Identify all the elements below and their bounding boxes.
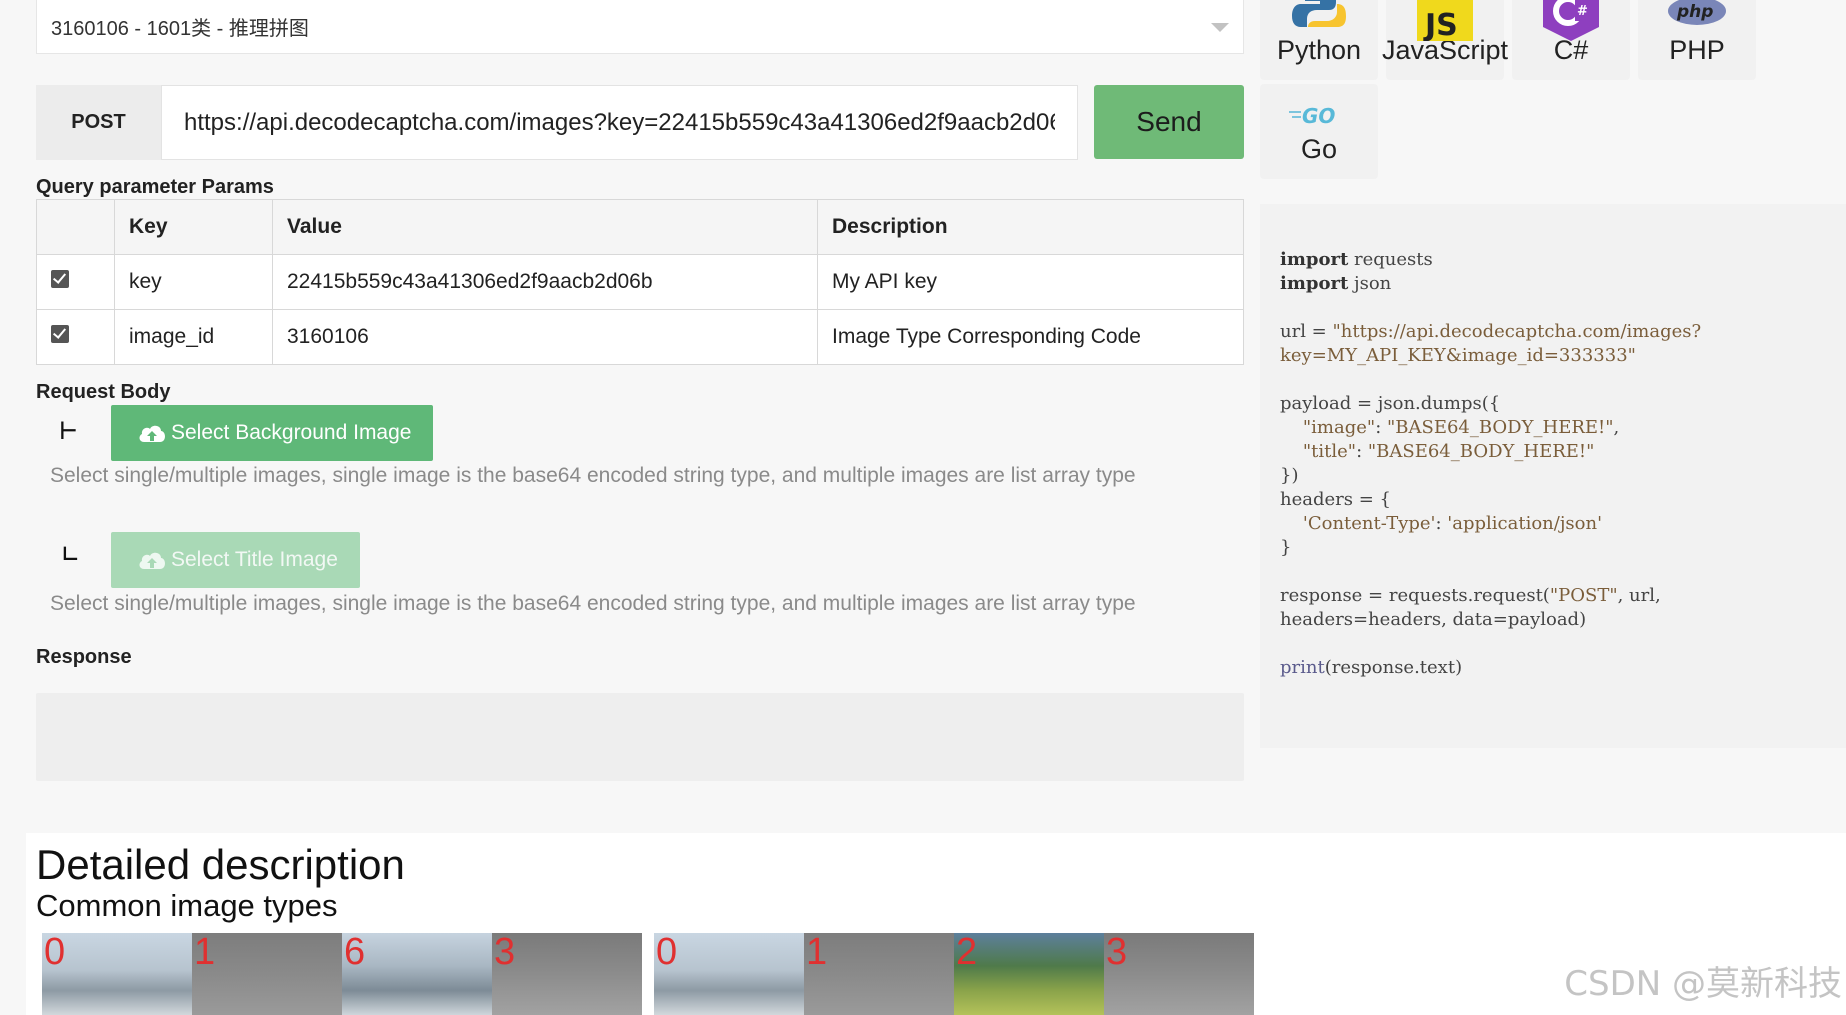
select-background-image-button[interactable]: Select Background Image xyxy=(111,405,434,461)
php-icon: php xyxy=(1668,0,1726,25)
params-header-key: Key xyxy=(114,199,273,255)
chevron-down-icon xyxy=(1211,23,1229,32)
svg-text:GO: GO xyxy=(1302,104,1335,128)
example-tile: 3 xyxy=(1104,933,1254,1015)
request-row: POST xyxy=(36,85,1078,160)
detail-title: Detailed description xyxy=(36,841,405,888)
tab-php-label: PHP xyxy=(1669,35,1725,65)
row-checkbox[interactable] xyxy=(51,270,69,288)
params-header-value: Value xyxy=(272,199,818,255)
image-type-select[interactable]: 3160106 - 1601类 - 推理拼图 xyxy=(36,0,1244,54)
select-background-image-label: Select Background Image xyxy=(171,421,412,444)
example-tile: 2 xyxy=(954,933,1104,1015)
tab-go-label: Go xyxy=(1300,134,1338,164)
code-sample: import requests import json url = "https… xyxy=(1260,204,1846,748)
svg-text:php: php xyxy=(1676,2,1713,22)
params-header-description: Description xyxy=(817,199,1244,255)
request-body-heading: Request Body xyxy=(36,381,171,403)
table-row: key 22415b559c43a41306ed2f9aacb2d06b My … xyxy=(36,254,1244,310)
row-checkbox[interactable] xyxy=(51,325,69,343)
python-icon xyxy=(1292,0,1346,27)
params-heading: Query parameter Params xyxy=(36,176,274,198)
watermark: CSDN @莫新科技 xyxy=(1564,964,1842,1004)
example-tile: 1 xyxy=(804,933,954,1015)
params-table: Key Value Description key 22415b559c43a4… xyxy=(36,199,1244,365)
example-tile: 0 xyxy=(42,933,192,1015)
select-title-image-label: Select Title Image xyxy=(171,548,338,571)
example-tile: 3 xyxy=(492,933,642,1015)
select-title-image-button[interactable]: Select Title Image xyxy=(111,532,360,588)
cloud-upload-icon xyxy=(139,425,165,442)
params-header-row: Key Value Description xyxy=(36,199,1244,255)
tab-python[interactable]: Python xyxy=(1260,0,1378,80)
go-icon: GO xyxy=(1289,104,1335,128)
send-button[interactable]: Send xyxy=(1094,85,1244,159)
detail-subtitle: Common image types xyxy=(36,888,338,923)
tab-go[interactable]: GO Go xyxy=(1260,84,1378,179)
response-heading: Response xyxy=(36,646,132,668)
tree-end-icon: ∟ xyxy=(62,538,79,571)
param-description[interactable]: My API key xyxy=(817,254,1244,310)
background-image-hint: Select single/multiple images, single im… xyxy=(50,464,1136,487)
example-tile: 6 xyxy=(342,933,492,1015)
tab-javascript[interactable]: JS JavaScript xyxy=(1382,0,1508,80)
tab-csharp[interactable]: # C# xyxy=(1512,0,1630,80)
example-tile: 1 xyxy=(192,933,342,1015)
row-checkbox-cell xyxy=(36,309,115,365)
svg-text:JS: JS xyxy=(1423,8,1458,41)
table-row: image_id 3160106 Image Type Correspondin… xyxy=(36,309,1244,365)
param-value[interactable]: 22415b559c43a41306ed2f9aacb2d06b xyxy=(272,254,818,310)
param-description[interactable]: Image Type Corresponding Code xyxy=(817,309,1244,365)
csharp-icon: # xyxy=(1543,0,1599,41)
params-header-checkbox-cell xyxy=(36,199,115,255)
url-input[interactable] xyxy=(161,85,1078,160)
tab-php[interactable]: php PHP xyxy=(1638,0,1756,80)
example-image-strip: 0 1 6 3 xyxy=(42,933,642,1015)
image-type-select-value: 3160106 - 1601类 - 推理拼图 xyxy=(51,18,309,40)
tab-python-label: Python xyxy=(1276,35,1362,65)
svg-text:#: # xyxy=(1577,4,1588,19)
param-value[interactable]: 3160106 xyxy=(272,309,818,365)
response-output xyxy=(36,693,1244,781)
tree-branch-icon: ⊢ xyxy=(60,413,77,446)
cloud-upload-icon xyxy=(139,552,165,569)
example-image-strip: 0 1 2 3 xyxy=(654,933,1254,1015)
param-key[interactable]: key xyxy=(114,254,273,310)
http-method-label: POST xyxy=(36,85,161,160)
javascript-icon: JS xyxy=(1417,0,1473,41)
detail-section: Detailed description Common image types … xyxy=(26,833,1846,1015)
title-image-hint: Select single/multiple images, single im… xyxy=(50,592,1136,615)
row-checkbox-cell xyxy=(36,254,115,310)
param-key[interactable]: image_id xyxy=(114,309,273,365)
example-tile: 0 xyxy=(654,933,804,1015)
